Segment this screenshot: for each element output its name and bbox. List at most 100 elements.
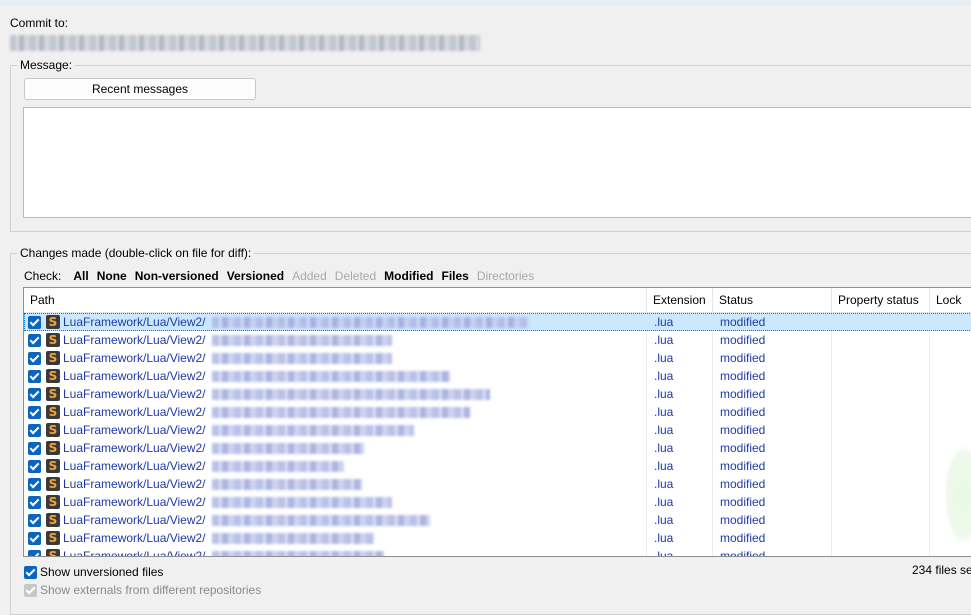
check-non-versioned[interactable]: Non-versioned [135, 269, 219, 283]
check-label: Check: [24, 269, 62, 283]
table-row[interactable]: S LuaFramework/Lua/View2/ .lua modified [24, 493, 971, 511]
row-path: LuaFramework/Lua/View2/ [63, 495, 206, 509]
row-path-blurred [212, 551, 384, 556]
show-unversioned-option[interactable]: Show unversioned files [24, 564, 163, 580]
row-path: LuaFramework/Lua/View2/ [63, 405, 206, 419]
sublime-text-icon: S [46, 441, 60, 455]
check-none[interactable]: None [97, 269, 127, 283]
sublime-text-icon: S [46, 513, 60, 527]
row-checkbox[interactable] [28, 532, 41, 545]
show-unversioned-checkbox[interactable] [24, 565, 37, 579]
check-all[interactable]: All [73, 269, 88, 283]
row-extension: .lua [654, 369, 674, 383]
row-status: modified [720, 549, 766, 557]
row-extension: .lua [654, 549, 674, 557]
sublime-text-icon: S [46, 477, 60, 491]
row-path: LuaFramework/Lua/View2/ [63, 513, 206, 527]
row-status: modified [720, 369, 766, 383]
row-path-blurred [212, 389, 490, 400]
row-checkbox[interactable] [28, 370, 41, 383]
row-path-blurred [212, 479, 362, 490]
row-status: modified [720, 333, 766, 347]
show-externals-label: Show externals from different repositori… [40, 583, 262, 597]
row-extension: .lua [654, 531, 674, 545]
check-versioned[interactable]: Versioned [227, 269, 284, 283]
table-row[interactable]: S LuaFramework/Lua/View2/ .lua modified [24, 403, 971, 421]
column-header-extension[interactable]: Extension [647, 288, 713, 312]
row-extension: .lua [654, 333, 674, 347]
sublime-text-icon: S [46, 549, 60, 556]
row-status: modified [720, 513, 766, 527]
row-checkbox[interactable] [28, 316, 41, 329]
row-extension: .lua [654, 351, 674, 365]
files-selected-count: 234 files se [912, 563, 971, 577]
table-row[interactable]: S LuaFramework/Lua/View2/ .lua modified [24, 313, 971, 331]
sublime-text-icon: S [46, 459, 60, 473]
table-row[interactable]: S LuaFramework/Lua/View2/ .lua modified [24, 547, 971, 557]
table-row[interactable]: S LuaFramework/Lua/View2/ .lua modified [24, 367, 971, 385]
row-checkbox[interactable] [28, 460, 41, 473]
row-path-blurred [212, 515, 430, 526]
sublime-text-icon: S [46, 315, 60, 329]
top-strip [0, 0, 971, 6]
row-checkbox[interactable] [28, 550, 41, 556]
sublime-text-icon: S [46, 387, 60, 401]
check-deleted: Deleted [334, 269, 377, 283]
row-extension: .lua [654, 315, 674, 329]
table-row[interactable]: S LuaFramework/Lua/View2/ .lua modified [24, 349, 971, 367]
row-checkbox[interactable] [28, 388, 41, 401]
row-extension: .lua [654, 405, 674, 419]
table-row[interactable]: S LuaFramework/Lua/View2/ .lua modified [24, 475, 971, 493]
check-files[interactable]: Files [441, 269, 468, 283]
row-path-blurred [212, 317, 530, 328]
row-path: LuaFramework/Lua/View2/ [63, 351, 206, 365]
row-checkbox[interactable] [28, 352, 41, 365]
row-path: LuaFramework/Lua/View2/ [63, 369, 206, 383]
sublime-text-icon: S [46, 531, 60, 545]
row-extension: .lua [654, 441, 674, 455]
row-status: modified [720, 423, 766, 437]
sublime-text-icon: S [46, 333, 60, 347]
row-checkbox[interactable] [28, 514, 41, 527]
row-path: LuaFramework/Lua/View2/ [63, 441, 206, 455]
row-checkbox[interactable] [28, 334, 41, 347]
row-extension: .lua [654, 423, 674, 437]
row-path: LuaFramework/Lua/View2/ [63, 549, 206, 557]
list-header: Path Extension Status Property status Lo… [24, 288, 971, 313]
column-header-lock[interactable]: Lock [930, 288, 971, 312]
sublime-text-icon: S [46, 495, 60, 509]
changes-list[interactable]: Path Extension Status Property status Lo… [23, 287, 971, 557]
row-checkbox[interactable] [28, 478, 41, 491]
commit-to-label: Commit to: [10, 16, 69, 30]
table-row[interactable]: S LuaFramework/Lua/View2/ .lua modified [24, 511, 971, 529]
commit-message-input[interactable] [23, 107, 971, 218]
table-row[interactable]: S LuaFramework/Lua/View2/ .lua modified [24, 529, 971, 547]
row-status: modified [720, 405, 766, 419]
column-header-property-status[interactable]: Property status [832, 288, 930, 312]
changes-group-title: Changes made (double-click on file for d… [17, 246, 255, 260]
column-header-status[interactable]: Status [713, 288, 832, 312]
row-checkbox[interactable] [28, 424, 41, 437]
check-modified[interactable]: Modified [384, 269, 433, 283]
column-header-path[interactable]: Path [24, 288, 647, 312]
row-checkbox[interactable] [28, 406, 41, 419]
show-unversioned-label: Show unversioned files [40, 565, 164, 579]
row-path-blurred [212, 497, 392, 508]
message-group-title: Message: [17, 58, 76, 72]
commit-url-blurred [10, 35, 480, 51]
row-checkbox[interactable] [28, 442, 41, 455]
sublime-text-icon: S [46, 351, 60, 365]
recent-messages-button[interactable]: Recent messages [24, 78, 256, 100]
table-row[interactable]: S LuaFramework/Lua/View2/ .lua modified [24, 331, 971, 349]
row-checkbox[interactable] [28, 496, 41, 509]
row-status: modified [720, 315, 766, 329]
sublime-text-icon: S [46, 405, 60, 419]
table-row[interactable]: S LuaFramework/Lua/View2/ .lua modified [24, 421, 971, 439]
table-row[interactable]: S LuaFramework/Lua/View2/ .lua modified [24, 385, 971, 403]
row-path-blurred [212, 533, 374, 544]
row-path-blurred [212, 353, 392, 364]
table-row[interactable]: S LuaFramework/Lua/View2/ .lua modified [24, 457, 971, 475]
row-status: modified [720, 441, 766, 455]
table-row[interactable]: S LuaFramework/Lua/View2/ .lua modified [24, 439, 971, 457]
row-extension: .lua [654, 459, 674, 473]
